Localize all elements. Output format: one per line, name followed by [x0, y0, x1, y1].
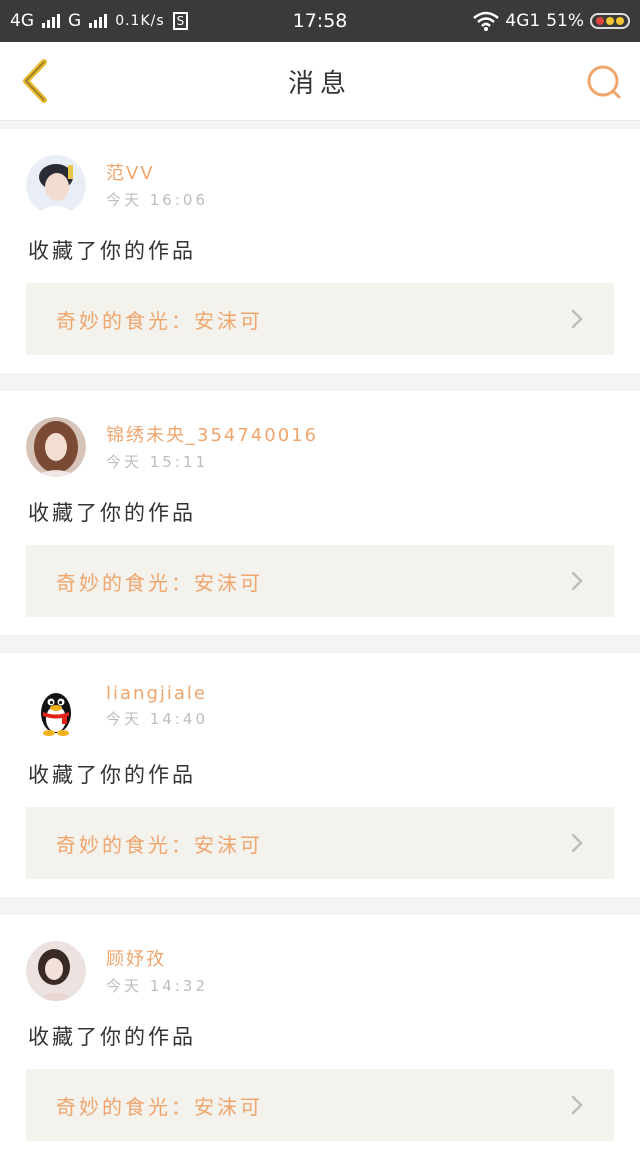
user-name[interactable]: 范VV	[106, 159, 208, 185]
signal-icon	[42, 14, 60, 28]
message-card: liangjiale 今天 14:40 收藏了你的作品 奇妙的食光：安沫可	[0, 653, 640, 897]
user-name[interactable]: 锦绣未央_354740016	[106, 421, 318, 447]
network-label-3: 4G1	[505, 11, 541, 31]
work-link[interactable]: 奇妙的食光：安沫可	[26, 283, 614, 355]
network-label-1: 4G	[10, 11, 34, 31]
work-link[interactable]: 奇妙的食光：安沫可	[26, 545, 614, 617]
message-time: 今天 15:11	[106, 453, 208, 471]
wifi-icon	[473, 11, 500, 31]
work-title: 奇妙的食光：安沫可	[56, 570, 263, 595]
page-title: 消息	[287, 68, 352, 99]
work-link[interactable]: 奇妙的食光：安沫可	[26, 807, 614, 879]
battery-percent: 51%	[546, 11, 584, 31]
s-badge-icon: S	[172, 12, 189, 30]
search-icon[interactable]	[586, 64, 622, 100]
message-action: 收藏了你的作品	[28, 501, 196, 525]
work-link[interactable]: 奇妙的食光：安沫可	[26, 1069, 614, 1141]
avatar[interactable]	[26, 941, 86, 1001]
battery-icon	[590, 13, 630, 29]
message-list: 范VV 今天 16:06 收藏了你的作品 奇妙的食光：安沫可 锦绣未央_3547…	[0, 121, 640, 1159]
user-name[interactable]: 顾妤孜	[106, 945, 208, 971]
chevron-right-icon	[571, 571, 583, 591]
message-time: 今天 16:06	[106, 191, 208, 209]
message-card: 锦绣未央_354740016 今天 15:11 收藏了你的作品 奇妙的食光：安沫…	[0, 391, 640, 635]
user-name[interactable]: liangjiale	[106, 683, 208, 704]
signal-icon	[89, 14, 108, 28]
qq-penguin-avatar[interactable]	[26, 679, 86, 739]
chevron-right-icon	[571, 309, 583, 329]
message-action: 收藏了你的作品	[28, 763, 196, 787]
avatar[interactable]	[26, 155, 86, 215]
message-action: 收藏了你的作品	[28, 1025, 196, 1049]
nav-bar: 消息	[0, 42, 640, 121]
message-time: 今天 14:40	[106, 710, 208, 728]
network-speed: 0.1K/s	[115, 13, 165, 29]
back-arrow-icon[interactable]	[18, 58, 52, 104]
status-bar: 4G G 0.1K/s S 17:58 4G1 51%	[0, 0, 640, 42]
chevron-right-icon	[571, 1095, 583, 1115]
work-title: 奇妙的食光：安沫可	[56, 832, 263, 857]
chevron-right-icon	[571, 833, 583, 853]
message-action: 收藏了你的作品	[28, 239, 196, 263]
work-title: 奇妙的食光：安沫可	[56, 1094, 263, 1119]
work-title: 奇妙的食光：安沫可	[56, 308, 263, 333]
message-card: 顾妤孜 今天 14:32 收藏了你的作品 奇妙的食光：安沫可	[0, 915, 640, 1159]
avatar[interactable]	[26, 417, 86, 477]
message-card: 范VV 今天 16:06 收藏了你的作品 奇妙的食光：安沫可	[0, 129, 640, 373]
network-label-2: G	[68, 11, 82, 31]
message-time: 今天 14:32	[106, 977, 208, 995]
